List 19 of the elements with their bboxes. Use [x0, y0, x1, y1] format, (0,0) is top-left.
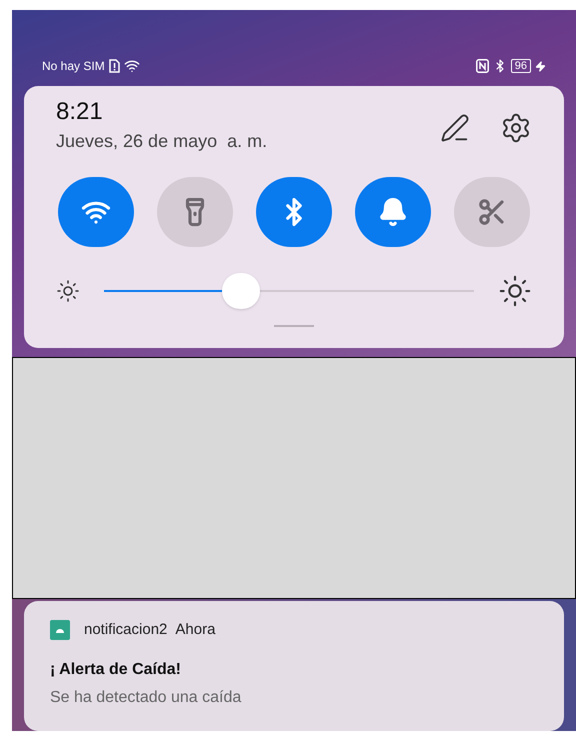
notification-time: Ahora — [175, 620, 216, 640]
bell-icon — [378, 197, 408, 227]
notification-body: Se ha detectado una caída — [50, 688, 242, 708]
clock-time: 8:21 — [56, 98, 104, 126]
date-text: Jueves, 26 de mayo a. m. — [56, 130, 268, 153]
wifi-icon — [124, 58, 140, 74]
carrier-text: No hay SIM — [42, 58, 105, 75]
brightness-slider[interactable] — [104, 271, 474, 311]
app-icon — [50, 620, 70, 640]
settings-button[interactable] — [500, 112, 532, 144]
notification-title: ¡ Alerta de Caída! — [50, 660, 182, 680]
charging-icon — [535, 60, 546, 72]
sim-alert-icon — [108, 59, 120, 73]
high-brightness-icon — [498, 274, 532, 308]
nfc-icon — [476, 59, 489, 73]
app-name: notificacion2 — [84, 620, 168, 640]
low-brightness-icon — [56, 279, 80, 303]
edit-button[interactable] — [440, 112, 470, 144]
battery-level: 96 — [510, 59, 531, 73]
